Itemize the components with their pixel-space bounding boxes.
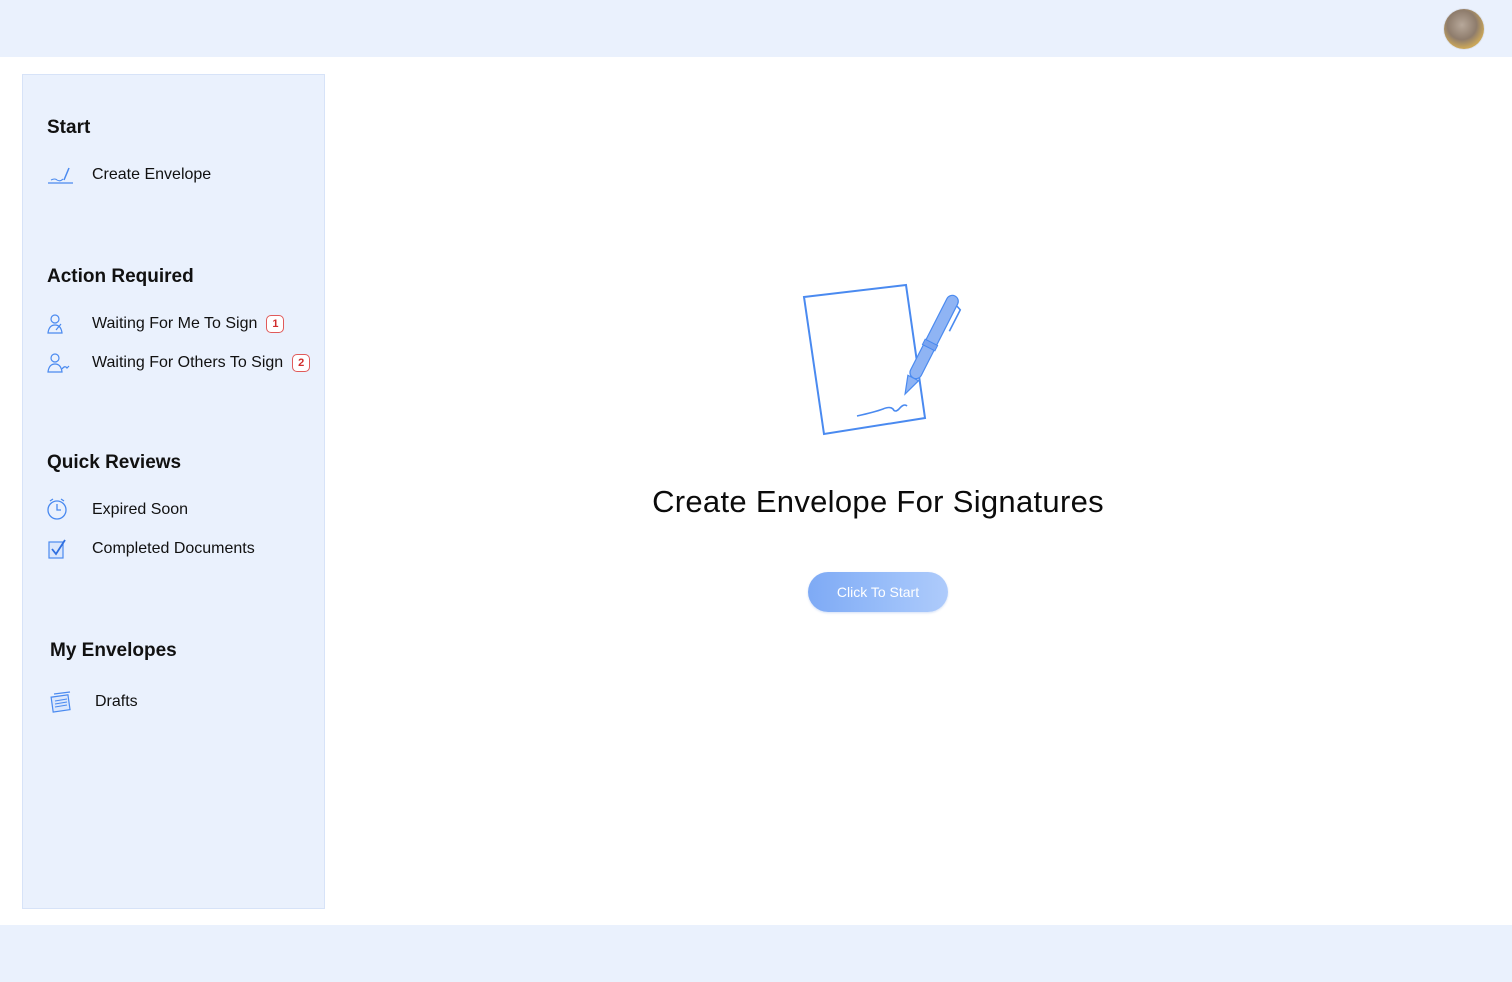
drafts-icon	[50, 690, 78, 714]
sidebar-item-label: Expired Soon	[92, 501, 189, 518]
sidebar: Start Create Envelope Action Required Wa…	[22, 74, 325, 909]
sidebar-item-label: Create Envelope	[92, 166, 212, 183]
section-title-my-envelopes: My Envelopes	[50, 640, 177, 661]
sidebar-item-completed-documents[interactable]: Completed Documents	[47, 534, 255, 564]
count-badge: 2	[292, 354, 311, 372]
sidebar-item-label: Drafts	[95, 693, 138, 710]
sidebar-item-drafts[interactable]: Drafts	[50, 687, 138, 717]
clock-icon	[47, 498, 75, 522]
user-sign-icon	[47, 312, 75, 336]
sidebar-item-label: Completed Documents	[92, 540, 255, 557]
sidebar-item-label: Waiting For Others To Sign	[92, 354, 284, 371]
checked-document-icon	[47, 537, 75, 561]
page-title: Create Envelope For Signatures	[652, 484, 1104, 519]
users-sign-icon	[47, 351, 75, 375]
count-badge: 1	[266, 315, 285, 333]
sidebar-item-label: Waiting For Me To Sign	[92, 315, 258, 332]
footer-bar	[0, 925, 1512, 982]
sidebar-item-create-envelope[interactable]: Create Envelope	[47, 160, 211, 190]
pen-sign-icon	[47, 163, 75, 187]
click-to-start-button[interactable]: Click To Start	[808, 572, 948, 612]
section-title-action-required: Action Required	[47, 266, 194, 287]
user-avatar[interactable]	[1444, 9, 1484, 49]
section-title-start: Start	[47, 117, 91, 138]
top-bar	[0, 0, 1512, 57]
sidebar-item-waiting-for-me[interactable]: Waiting For Me To Sign 1	[47, 309, 285, 339]
section-title-quick-reviews: Quick Reviews	[47, 452, 182, 473]
document-pen-icon	[795, 282, 975, 442]
sidebar-item-waiting-for-others[interactable]: Waiting For Others To Sign 2	[47, 348, 311, 378]
sidebar-item-expired-soon[interactable]: Expired Soon	[47, 495, 188, 525]
